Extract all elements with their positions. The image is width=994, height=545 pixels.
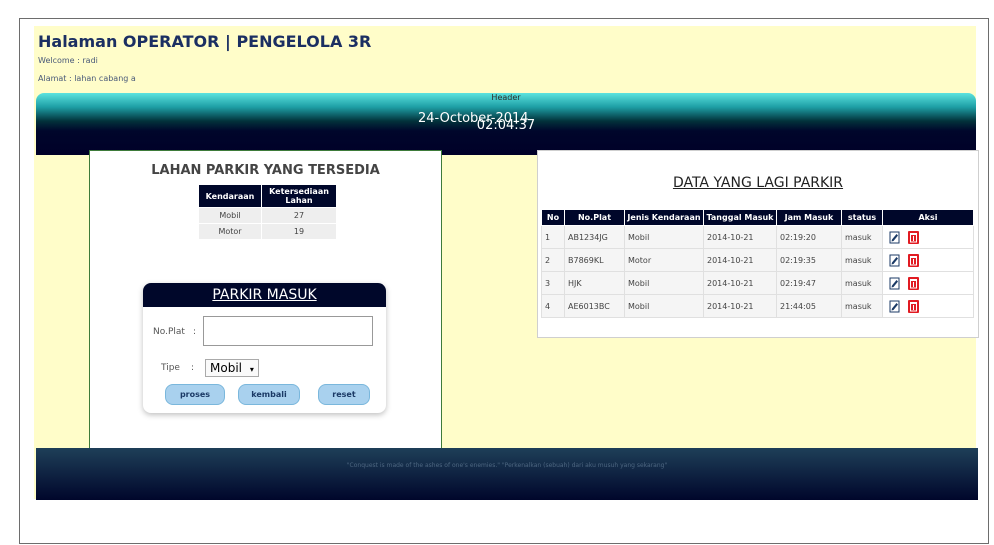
col-kendaraan: Kendaraan	[198, 184, 262, 208]
col-jenis: Jenis Kendaraan	[624, 209, 704, 226]
tipe-value: Mobil	[210, 361, 242, 375]
cell-no: 4	[541, 294, 565, 318]
header-label: Header	[491, 93, 521, 102]
parkir-masuk-form: PARKIR MASUK No.Plat : Tipe : Mobil ▾ pr…	[143, 283, 386, 413]
edit-icon[interactable]	[889, 231, 900, 244]
cell-plat: AB1234JG	[564, 225, 625, 249]
col-no: No	[541, 209, 565, 226]
cell-jenis: Motor	[624, 248, 704, 272]
proses-button[interactable]: proses	[165, 384, 225, 405]
cell-aksi	[882, 271, 974, 295]
col-jam: Jam Masuk	[776, 209, 842, 226]
cell-aksi	[882, 225, 974, 249]
cell-jam: 02:19:35	[776, 248, 842, 272]
delete-icon[interactable]	[908, 299, 919, 313]
delete-icon[interactable]	[908, 253, 919, 267]
cell-kendaraan: Mobil	[198, 207, 262, 224]
col-plat: No.Plat	[564, 209, 625, 226]
table-row: 3 HJK Mobil 2014-10-21 02:19:47 masuk	[541, 271, 974, 295]
cell-plat: B7869KL	[564, 248, 625, 272]
cell-jam: 02:19:47	[776, 271, 842, 295]
parked-panel: DATA YANG LAGI PARKIR No No.Plat Jenis K…	[537, 150, 979, 338]
cell-jenis: Mobil	[624, 225, 704, 249]
availability-title: LAHAN PARKIR YANG TERSEDIA	[151, 163, 380, 178]
table-row: Mobil 27	[198, 207, 337, 224]
col-status: status	[841, 209, 883, 226]
kembali-button[interactable]: kembali	[238, 384, 300, 405]
cell-tanggal: 2014-10-21	[703, 271, 777, 295]
cell-status: masuk	[841, 248, 883, 272]
plat-input[interactable]	[203, 316, 373, 346]
table-row: Motor 19	[198, 223, 337, 240]
cell-aksi	[882, 248, 974, 272]
cell-jenis: Mobil	[624, 294, 704, 318]
cell-no: 1	[541, 225, 565, 249]
cell-ketersediaan: 19	[261, 223, 337, 240]
cell-no: 3	[541, 271, 565, 295]
cell-ketersediaan: 27	[261, 207, 337, 224]
chevron-down-icon: ▾	[249, 365, 254, 374]
table-row: 2 B7869KL Motor 2014-10-21 02:19:35 masuk	[541, 248, 974, 272]
table-row: 4 AE6013BC Mobil 2014-10-21 21:44:05 masuk	[541, 294, 974, 318]
footer-text: "Conquest is made of the ashes of one's …	[346, 462, 668, 469]
cell-status: masuk	[841, 225, 883, 249]
welcome-text: Welcome : radi	[38, 56, 98, 65]
reset-button[interactable]: reset	[318, 384, 370, 405]
edit-icon[interactable]	[889, 277, 900, 290]
cell-tanggal: 2014-10-21	[703, 248, 777, 272]
parked-title: DATA YANG LAGI PARKIR	[672, 175, 844, 191]
plat-label: No.Plat	[153, 327, 185, 337]
cell-kendaraan: Motor	[198, 223, 262, 240]
alamat-text: Alamat : lahan cabang a	[38, 74, 136, 83]
cell-plat: AE6013BC	[564, 294, 625, 318]
delete-icon[interactable]	[908, 230, 919, 244]
col-aksi: Aksi	[882, 209, 974, 226]
cell-status: masuk	[841, 294, 883, 318]
tipe-label: Tipe	[161, 363, 180, 373]
parked-table: No No.Plat Jenis Kendaraan Tanggal Masuk…	[541, 209, 974, 318]
cell-jam: 21:44:05	[776, 294, 842, 318]
tipe-colon: :	[191, 363, 195, 373]
footer-bar: "Conquest is made of the ashes of one's …	[36, 448, 978, 500]
cell-tanggal: 2014-10-21	[703, 225, 777, 249]
cell-aksi	[882, 294, 974, 318]
cell-jenis: Mobil	[624, 271, 704, 295]
clock-date: 24-October-2014	[418, 111, 529, 126]
plat-colon: :	[193, 327, 197, 337]
cell-plat: HJK	[564, 271, 625, 295]
parkir-masuk-title: PARKIR MASUK	[143, 283, 386, 307]
delete-icon[interactable]	[908, 276, 919, 290]
cell-no: 2	[541, 248, 565, 272]
table-row: 1 AB1234JG Mobil 2014-10-21 02:19:20 masuk	[541, 225, 974, 249]
tipe-select[interactable]: Mobil ▾	[205, 359, 259, 377]
col-ketersediaan: Ketersediaan Lahan	[261, 184, 337, 208]
cell-jam: 02:19:20	[776, 225, 842, 249]
col-tanggal: Tanggal Masuk	[703, 209, 777, 226]
page-title: Halaman OPERATOR | PENGELOLA 3R	[38, 32, 372, 51]
edit-icon[interactable]	[889, 254, 900, 267]
availability-table: Kendaraan Ketersediaan Lahan Mobil 27 Mo…	[198, 184, 337, 240]
cell-tanggal: 2014-10-21	[703, 294, 777, 318]
edit-icon[interactable]	[889, 300, 900, 313]
cell-status: masuk	[841, 271, 883, 295]
